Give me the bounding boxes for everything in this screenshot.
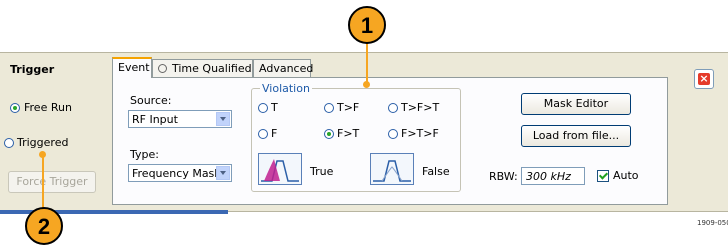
figure-id: 1909-050 [697, 219, 728, 227]
callout-1: 1 [348, 6, 386, 44]
violation-option-t-label: T [271, 101, 278, 114]
violation-option-t-radio[interactable] [258, 103, 268, 113]
true-label: True [310, 165, 334, 178]
violation-option-t-f-label: T>F [337, 101, 360, 114]
type-select-value: Frequency Mask [132, 167, 221, 180]
violation-group: Violation T T>F T>F>T F F>T F>T>F True F… [251, 82, 461, 192]
auto-label: Auto [613, 169, 639, 182]
tab-event-label: Event [118, 61, 150, 74]
true-mask-icon [258, 153, 302, 185]
false-label: False [422, 165, 450, 178]
close-icon: × [699, 72, 709, 85]
callout-1-dot [363, 81, 370, 88]
violation-option-f-t-radio[interactable] [324, 129, 334, 139]
mask-editor-button[interactable]: Mask Editor [521, 93, 631, 115]
violation-option-f-t-f-radio[interactable] [388, 129, 398, 139]
violation-option-f-t-f-label: F>T>F [401, 127, 439, 140]
callout-2-line [42, 155, 44, 210]
triggered-label: Triggered [17, 136, 69, 149]
free-run-radio-indicator[interactable] [10, 103, 20, 113]
chevron-down-icon[interactable] [216, 112, 230, 126]
tab-event[interactable]: Event [112, 57, 152, 78]
trigger-panel: Trigger Free Run Triggered Force Trigger… [0, 52, 728, 212]
force-trigger-button[interactable]: Force Trigger [8, 171, 96, 193]
violation-option-t-f-t-label: T>F>T [401, 101, 440, 114]
source-select-value: RF Input [132, 113, 178, 126]
auto-checkbox-box[interactable] [597, 170, 609, 182]
close-button[interactable]: × [694, 69, 714, 89]
type-select[interactable]: Frequency Mask [128, 164, 232, 182]
trigger-sidebar: Trigger Free Run Triggered Force Trigger [0, 53, 108, 211]
tab-time-qualified-label: Time Qualified [172, 62, 252, 75]
tab-time-qualified[interactable]: Time Qualified [152, 59, 253, 77]
type-label: Type: [130, 148, 159, 161]
violation-option-f-t-label: F>T [337, 127, 360, 140]
callout-1-line [366, 40, 368, 84]
triggered-radio-indicator[interactable] [4, 138, 14, 148]
source-label: Source: [130, 94, 172, 107]
load-from-file-button[interactable]: Load from file... [521, 125, 631, 147]
false-mask-icon [370, 153, 414, 185]
callout-2: 2 [25, 207, 63, 245]
violation-option-f-label: F [271, 127, 278, 140]
violation-title: Violation [260, 82, 312, 95]
tab-advanced[interactable]: Advanced [253, 59, 314, 77]
free-run-label: Free Run [24, 101, 72, 114]
source-select[interactable]: RF Input [128, 110, 232, 128]
trigger-title: Trigger [10, 63, 55, 76]
tab-advanced-label: Advanced [259, 62, 314, 75]
event-tab-content: Source: RF Input Type: Frequency Mask Vi… [112, 77, 668, 205]
violation-option-t-f-t-radio[interactable] [388, 103, 398, 113]
rbw-input[interactable]: 300 kHz [521, 167, 585, 185]
rbw-label: RBW: [489, 170, 518, 183]
chevron-down-icon[interactable] [216, 166, 230, 180]
violation-option-f-radio[interactable] [258, 129, 268, 139]
violation-option-t-f-radio[interactable] [324, 103, 334, 113]
rbw-input-value: 300 kHz [526, 170, 571, 183]
clock-icon [158, 64, 167, 73]
